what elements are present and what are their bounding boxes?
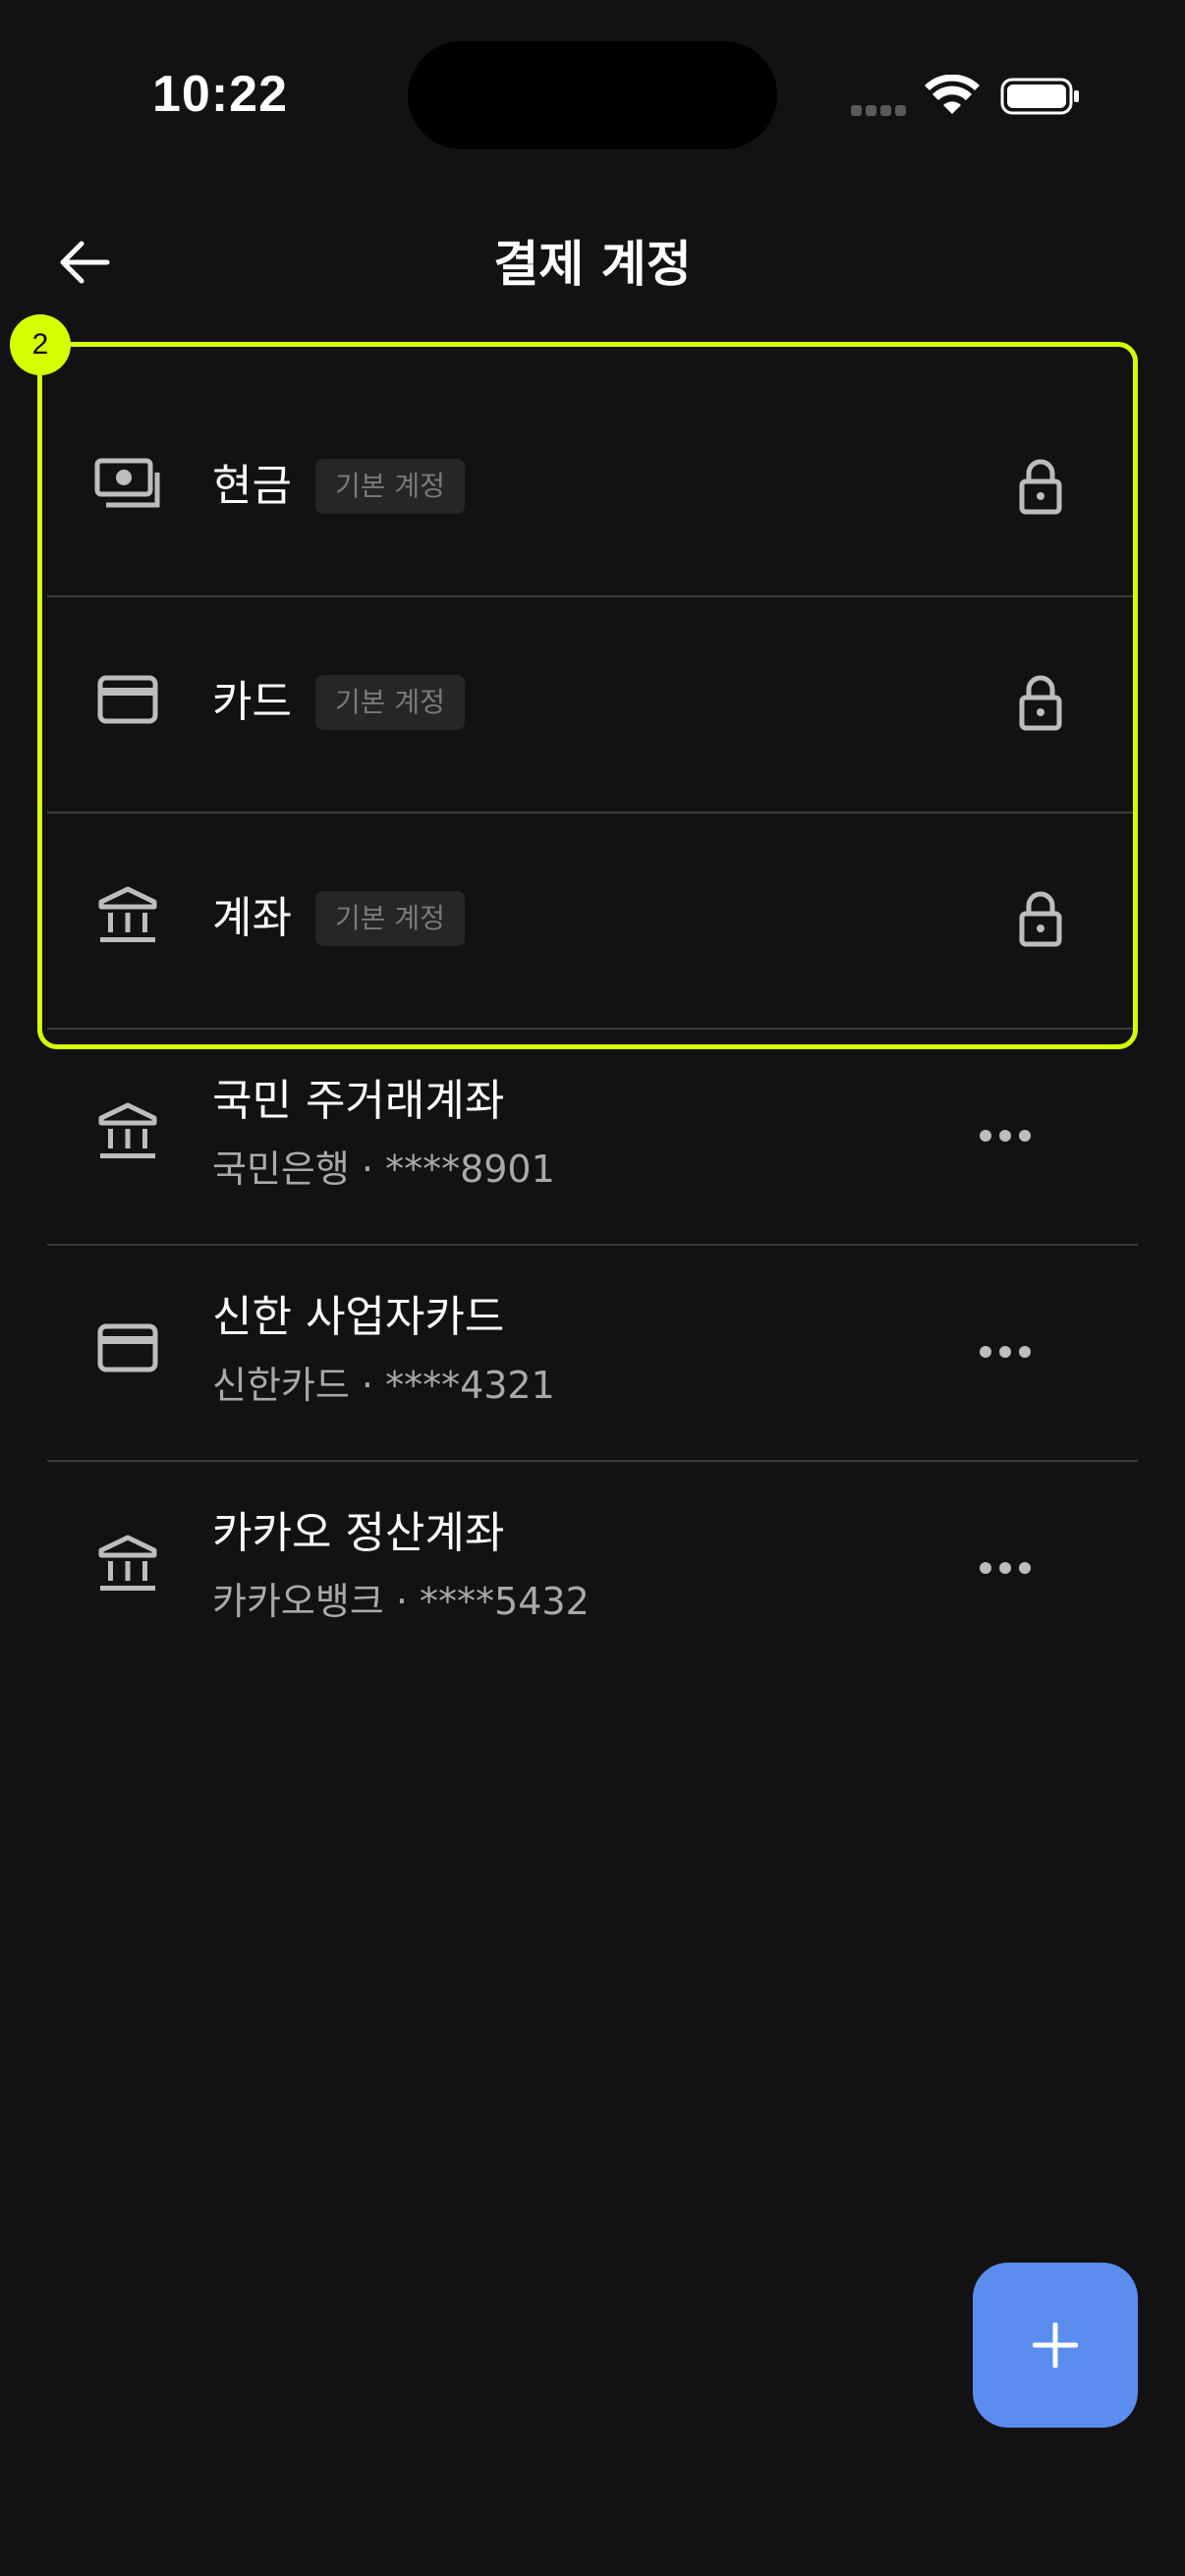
wifi-icon [925, 75, 980, 114]
page-title: 결제 계정 [493, 236, 692, 293]
status-time: 10:22 [152, 66, 288, 123]
account-list: 현금 기본 계정 카드 기본 계정 계좌 기본 계정 국민 주거래계좌 국민은행… [47, 381, 1138, 1676]
lock-icon [1012, 888, 1069, 949]
card-icon [94, 666, 161, 733]
account-detail: 신한카드 · ****4321 [212, 1364, 555, 1407]
more-options-button[interactable] [971, 1332, 1040, 1372]
more-icon [980, 1346, 1031, 1358]
highlight-badge: 2 [10, 314, 71, 375]
bank-icon [94, 1098, 161, 1165]
more-options-button[interactable] [971, 1116, 1040, 1155]
bank-icon [94, 882, 161, 949]
dynamic-island [408, 41, 777, 149]
cellular-signal-icon [851, 105, 908, 117]
account-detail: 카카오뱅크 · ****5432 [212, 1580, 590, 1623]
more-options-button[interactable] [971, 1548, 1040, 1588]
cash-icon [94, 450, 161, 517]
default-account-row-cash[interactable]: 현금 기본 계정 [47, 381, 1138, 595]
default-account-badge: 기본 계정 [314, 459, 465, 514]
account-row-shinhan[interactable]: 신한 사업자카드 신한카드 · ****4321 [47, 1244, 1138, 1460]
battery-icon [1000, 78, 1079, 115]
account-row-kakao[interactable]: 카카오 정산계좌 카카오뱅크 · ****5432 [47, 1460, 1138, 1676]
default-account-badge: 기본 계정 [314, 891, 465, 946]
default-account-row-bank[interactable]: 계좌 기본 계정 [47, 812, 1138, 1028]
bank-icon [94, 1531, 161, 1597]
default-account-badge: 기본 계정 [314, 675, 465, 730]
account-name: 카드 [212, 677, 292, 727]
default-account-row-card[interactable]: 카드 기본 계정 [47, 595, 1138, 812]
account-name: 신한 사업자카드 [212, 1292, 505, 1342]
account-detail: 국민은행 · ****8901 [212, 1148, 555, 1191]
lock-icon [1012, 456, 1069, 517]
add-account-button[interactable] [973, 2263, 1138, 2428]
account-name: 카카오 정산계좌 [212, 1508, 505, 1558]
plus-icon [1033, 2323, 1078, 2368]
account-name: 국민 주거래계좌 [212, 1076, 505, 1126]
account-row-kb[interactable]: 국민 주거래계좌 국민은행 · ****8901 [47, 1028, 1138, 1244]
status-bar: 10:22 [0, 0, 1185, 196]
account-name: 계좌 [212, 893, 292, 943]
account-name: 현금 [212, 461, 292, 511]
more-icon [980, 1562, 1031, 1574]
card-icon [94, 1315, 161, 1381]
lock-icon [1012, 672, 1069, 733]
more-icon [980, 1130, 1031, 1142]
